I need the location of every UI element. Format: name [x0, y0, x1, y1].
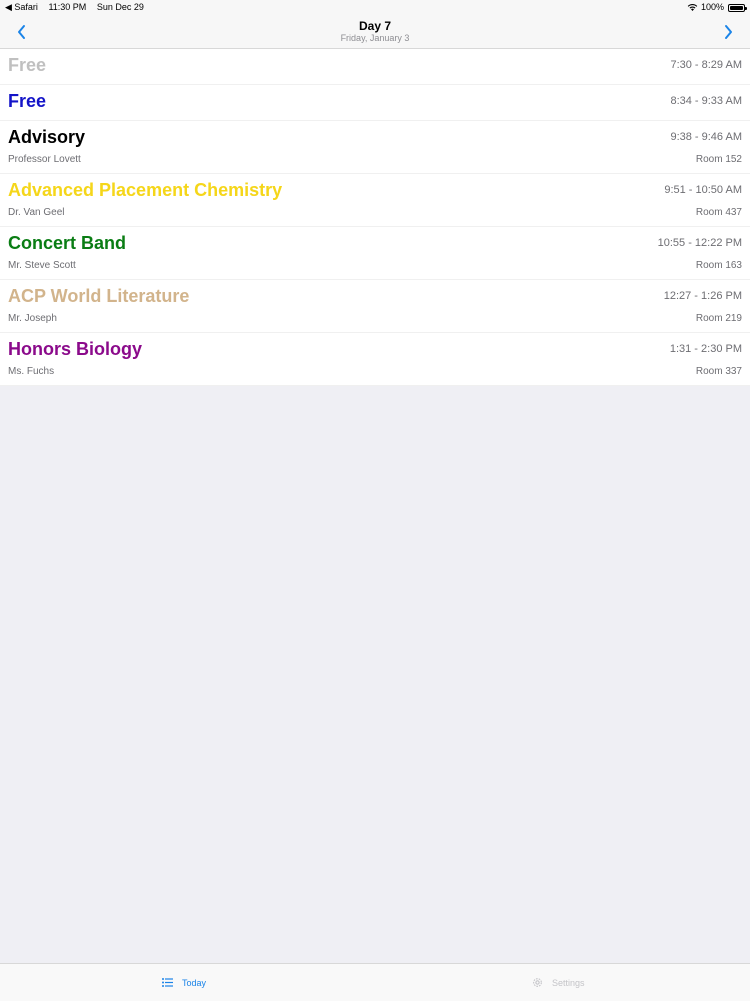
nav-bar: Day 7 Friday, January 3 [0, 15, 750, 49]
period-name: Free [8, 91, 47, 111]
period-row[interactable]: ACP World Literature 12:27 - 1:26 PM Mr.… [0, 280, 750, 333]
period-name: Advisory [8, 127, 86, 147]
period-row[interactable]: Free 8:34 - 9:33 AM [0, 85, 750, 121]
period-time: 9:38 - 9:46 AM [670, 131, 742, 143]
period-room: Room 437 [695, 207, 742, 218]
next-day-button[interactable] [718, 22, 738, 42]
status-bar: ◀ Safari 11:30 PM Sun Dec 29 100% [0, 0, 750, 15]
period-room: Room 337 [695, 366, 742, 377]
period-teacher: Mr. Steve Scott [8, 260, 76, 271]
tab-settings-label: Settings [552, 977, 585, 988]
status-left: ◀ Safari 11:30 PM Sun Dec 29 [5, 0, 152, 15]
back-to-app-link[interactable]: ◀ Safari [5, 2, 38, 12]
period-time: 7:30 - 8:29 AM [670, 59, 742, 71]
period-room: Room 219 [695, 313, 742, 324]
battery-percent: 100% [700, 2, 724, 12]
period-teacher: Dr. Van Geel [8, 207, 65, 218]
period-teacher: Professor Lovett [8, 154, 81, 165]
status-date: Sun Dec 29 [96, 2, 144, 12]
period-name: Honors Biology [8, 339, 142, 359]
tab-bar: Today Settings [0, 963, 750, 1001]
page-title: Day 7 [358, 19, 392, 33]
gear-icon [533, 978, 542, 987]
period-row[interactable]: Advisory 9:38 - 9:46 AM Professor Lovett… [0, 121, 750, 174]
period-row[interactable]: Advanced Placement Chemistry 9:51 - 10:5… [0, 174, 750, 227]
period-teacher: Ms. Fuchs [8, 366, 55, 377]
chevron-right-icon [725, 25, 732, 39]
period-time: 12:27 - 1:26 PM [663, 290, 742, 302]
wifi-icon [687, 4, 698, 11]
status-time: 11:30 PM [48, 2, 87, 12]
period-room: Room 163 [695, 260, 742, 271]
period-row[interactable]: Free 7:30 - 8:29 AM [0, 49, 750, 85]
period-row[interactable]: Concert Band 10:55 - 12:22 PM Mr. Steve … [0, 227, 750, 280]
period-name: Advanced Placement Chemistry [8, 180, 283, 200]
period-teacher: Mr. Joseph [8, 313, 57, 324]
schedule-list: Free 7:30 - 8:29 AM Free 8:34 - 9:33 AM … [0, 49, 750, 386]
period-row[interactable]: Honors Biology 1:31 - 2:30 PM Ms. Fuchs … [0, 333, 750, 386]
period-time: 9:51 - 10:50 AM [664, 184, 742, 196]
period-time: 1:31 - 2:30 PM [669, 343, 742, 355]
period-time: 10:55 - 12:22 PM [657, 237, 742, 249]
status-right: 100% [687, 0, 747, 15]
tab-today-label: Today [182, 977, 207, 988]
battery-level [730, 5, 743, 10]
list-icon [162, 978, 173, 987]
tab-today[interactable]: Today [162, 964, 206, 1001]
period-name: Concert Band [8, 233, 127, 253]
page-subtitle: Friday, January 3 [340, 33, 410, 43]
tab-settings[interactable]: Settings [532, 964, 585, 1001]
period-time: 8:34 - 9:33 AM [670, 95, 742, 107]
period-name: ACP World Literature [8, 286, 190, 306]
period-room: Room 152 [695, 154, 742, 165]
battery-icon [728, 3, 747, 12]
period-name: Free [8, 55, 47, 75]
